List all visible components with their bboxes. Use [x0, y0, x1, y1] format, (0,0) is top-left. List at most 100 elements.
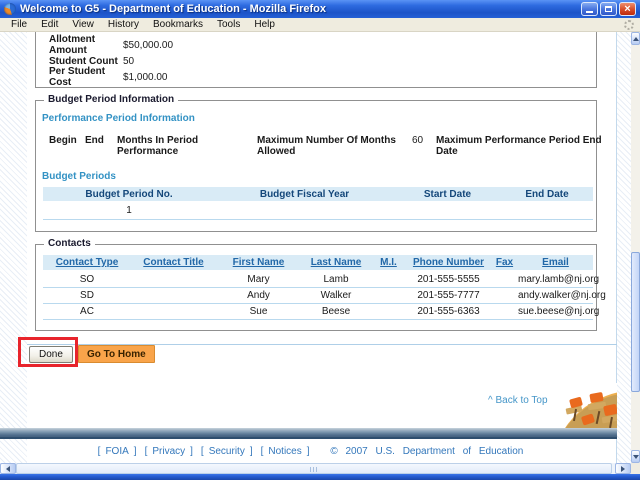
contacts-header-link[interactable]: Fax: [496, 257, 513, 268]
contacts-header-link[interactable]: Last Name: [311, 257, 362, 268]
firefox-window: Welcome to G5 - Department of Education …: [0, 0, 640, 480]
scroll-left-button[interactable]: [0, 463, 16, 474]
field-label: Allotment Amount: [49, 34, 123, 56]
bracket: [: [145, 446, 148, 457]
contacts-column-header: Last Name: [301, 255, 371, 271]
begin-label: Begin: [49, 135, 85, 157]
contacts-header-link[interactable]: First Name: [233, 257, 285, 268]
bracket: [: [98, 446, 101, 457]
award-row: Per Student Cost$1,000.00: [36, 69, 596, 85]
contact-row: SDAndyWalker201-555-7777andy.walker@nj.o…: [43, 287, 593, 303]
vertical-scrollbar-thumb[interactable]: [631, 252, 640, 392]
budget-periods-heading: Budget Periods: [42, 171, 116, 182]
menu-edit[interactable]: Edit: [34, 19, 65, 30]
chairs-image: [552, 383, 617, 428]
table-cell: [491, 287, 518, 303]
close-button[interactable]: ×: [619, 2, 636, 16]
copyright-text: © 2007 U.S. Department of Education: [330, 446, 523, 457]
table-cell: [491, 303, 518, 319]
budget-column-header: Budget Period No.: [43, 187, 215, 202]
footer-link-group: [ Privacy]: [145, 446, 193, 457]
footer-link-foia[interactable]: FOIA: [105, 446, 128, 457]
contacts-header-link[interactable]: Contact Title: [143, 257, 203, 268]
contacts-fieldset: Contacts Contact TypeContact TitleFirst …: [35, 244, 597, 331]
scroll-up-button[interactable]: [631, 32, 640, 45]
horizontal-scrollbar[interactable]: [0, 463, 631, 474]
footer-link-privacy[interactable]: Privacy: [152, 446, 185, 457]
performance-period-row: Begin End Months In Period Performance M…: [49, 135, 611, 157]
bracket: ]: [134, 446, 137, 457]
throbber-icon: [624, 20, 634, 30]
vertical-scrollbar[interactable]: [631, 32, 640, 463]
menu-bar: FileEditViewHistoryBookmarksToolsHelp: [0, 18, 640, 32]
down-arrow-icon: [633, 455, 639, 459]
window-bottom-border: [0, 474, 640, 480]
scroll-down-button[interactable]: [631, 450, 640, 463]
table-cell: [215, 202, 394, 219]
contacts-header-link[interactable]: Phone Number: [413, 257, 484, 268]
table-cell: 201-555-6363: [406, 303, 491, 319]
page-viewport: Allotment Amount$50,000.00Student Count5…: [0, 32, 631, 463]
table-cell: Mary: [216, 271, 301, 287]
contacts-column-header: M.I.: [371, 255, 406, 271]
table-cell: [131, 303, 216, 319]
bracket: ]: [190, 446, 193, 457]
scroll-right-button[interactable]: [615, 463, 631, 474]
footer-link-group: [ Security]: [201, 446, 253, 457]
horizontal-scrollbar-thumb[interactable]: [16, 463, 612, 474]
footer-link-group: [Notices]: [261, 446, 310, 457]
footer-link-group: [ FOIA]: [98, 446, 137, 457]
menu-tools[interactable]: Tools: [210, 19, 247, 30]
menu-file[interactable]: File: [4, 19, 34, 30]
footer-link-security[interactable]: Security: [209, 446, 245, 457]
table-cell: Lamb: [301, 271, 371, 287]
award-summary-fieldset: Allotment Amount$50,000.00Student Count5…: [35, 32, 597, 88]
table-cell: AC: [43, 303, 131, 319]
budget-period-legend: Budget Period Information: [44, 94, 178, 105]
table-cell: Walker: [301, 287, 371, 303]
table-cell: SO: [43, 271, 131, 287]
field-label: Student Count: [49, 56, 123, 67]
contacts-table: Contact Type Contact Title First Name Last …: [43, 255, 593, 320]
menu-help[interactable]: Help: [247, 19, 282, 30]
table-cell: [371, 287, 406, 303]
table-cell: 1: [43, 202, 215, 219]
scrollbar-corner: [631, 463, 640, 474]
bracket: ]: [250, 446, 253, 457]
contacts-header-link[interactable]: Email: [542, 257, 569, 268]
go-to-home-button[interactable]: Go To Home: [78, 345, 155, 363]
scrollbar-grip-icon: [310, 467, 318, 472]
menu-bookmarks[interactable]: Bookmarks: [146, 19, 210, 30]
budget-periods-table: Budget Period No.Budget Fiscal YearStart…: [43, 187, 593, 220]
restore-button[interactable]: [600, 2, 617, 16]
minimize-icon: [586, 11, 593, 13]
contacts-column-header: Email: [518, 255, 593, 271]
contacts-header-link[interactable]: Contact Type: [56, 257, 119, 268]
table-cell: [371, 271, 406, 287]
table-cell: SD: [43, 287, 131, 303]
end-label: End: [85, 135, 117, 157]
done-button[interactable]: Done: [29, 346, 73, 363]
table-cell: Sue: [216, 303, 301, 319]
contacts-column-header: First Name: [216, 255, 301, 271]
menu-view[interactable]: View: [65, 19, 101, 30]
restore-icon: [605, 6, 612, 12]
table-cell: [371, 303, 406, 319]
footer-link-notices[interactable]: Notices: [268, 446, 301, 457]
field-value: $50,000.00: [123, 40, 173, 51]
contacts-column-header: Phone Number: [406, 255, 491, 271]
max-months-value: 60: [412, 135, 432, 157]
close-icon: ×: [624, 4, 630, 14]
bracket: ]: [307, 446, 310, 457]
back-to-top-link[interactable]: ^ Back to Top: [488, 395, 548, 406]
contact-row: SOMaryLamb201-555-5555mary.lamb@nj.org: [43, 271, 593, 287]
firefox-icon: [4, 3, 16, 15]
table-cell: mary.lamb@nj.org: [518, 271, 593, 287]
bracket: [: [201, 446, 204, 457]
menu-history[interactable]: History: [101, 19, 146, 30]
field-label: Per Student Cost: [49, 66, 123, 88]
contacts-header-link[interactable]: M.I.: [380, 257, 397, 268]
footer-links: [FOIA][Privacy][Security][Notices]: [94, 446, 314, 457]
minimize-button[interactable]: [581, 2, 598, 16]
contacts-column-header: Contact Title: [131, 255, 216, 271]
